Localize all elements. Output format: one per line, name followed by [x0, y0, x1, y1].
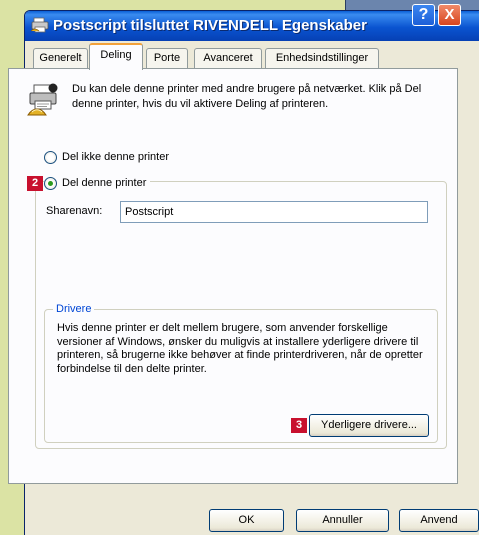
- radio-share[interactable]: Del denne printer: [44, 175, 151, 191]
- radio-button-selected[interactable]: [44, 176, 57, 190]
- cancel-button[interactable]: Annuller: [296, 509, 389, 532]
- share-name-label: Sharenavn:: [46, 205, 103, 217]
- title-bar[interactable]: Postscript tilsluttet RIVENDELL Egenskab…: [25, 11, 479, 41]
- drivers-description: Hvis denne printer er delt mellem bruger…: [57, 322, 423, 375]
- tab-deling[interactable]: Deling: [89, 43, 143, 70]
- tab-enhedsindstillinger[interactable]: Enhedsindstillinger: [265, 48, 379, 68]
- shared-printer-icon: [27, 82, 63, 118]
- radio-do-not-share[interactable]: Del ikke denne printer: [44, 149, 169, 165]
- radio-button[interactable]: [44, 150, 57, 164]
- sharing-intro-text: Du kan dele denne printer med andre brug…: [72, 83, 422, 110]
- radio-label-no-share: Del ikke denne printer: [62, 151, 170, 163]
- radio-label-share: Del denne printer: [62, 177, 147, 189]
- tab-porte[interactable]: Porte: [146, 48, 188, 68]
- share-name-input[interactable]: [120, 201, 428, 223]
- callout-badge-3: 3: [291, 418, 307, 433]
- tab-generelt[interactable]: Generelt: [33, 48, 88, 68]
- close-button[interactable]: X: [438, 4, 461, 26]
- ok-button[interactable]: OK: [209, 509, 284, 532]
- tab-avanceret[interactable]: Avanceret: [194, 48, 262, 68]
- window-title: Postscript tilsluttet RIVENDELL Egenskab…: [53, 17, 367, 34]
- printer-title-icon: [30, 17, 49, 33]
- callout-badge-2: 2: [27, 176, 43, 191]
- apply-button[interactable]: Anvend: [399, 509, 479, 532]
- additional-drivers-button[interactable]: Yderligere drivere...: [309, 414, 429, 437]
- drivers-legend: Drivere: [53, 303, 95, 315]
- help-button[interactable]: ?: [412, 4, 435, 26]
